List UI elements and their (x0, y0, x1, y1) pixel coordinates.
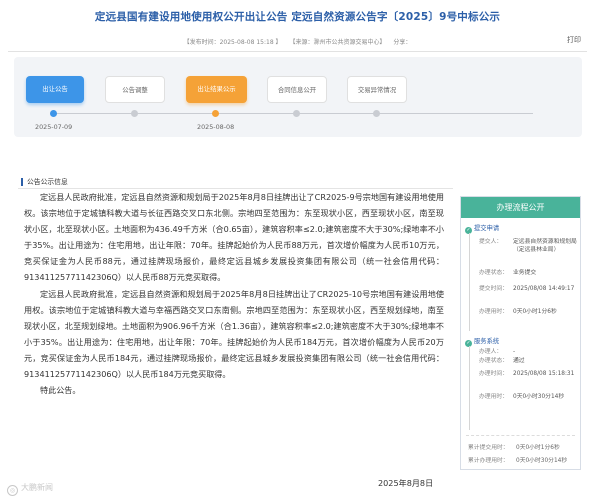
notice-body: 定远县人民政府批准，定远县自然资源和规划局于2025年8月8日挂牌出让了CR20… (24, 189, 444, 398)
meta-info: 【发布时间：2025-08-08 15:18 】 【来源：滁州市公共资源交易中心… (0, 37, 595, 46)
row-value: 0天0小时30分14秒 (516, 458, 568, 464)
timeline-date: 2025-07-09 (35, 123, 73, 131)
print-button[interactable]: 打印 (567, 35, 581, 45)
stage-service: ✓ 服务系统 (465, 336, 499, 347)
timeline-date: 2025-08-08 (197, 123, 235, 131)
process-sidebar: 办理流程公开 ✓ 提交申请 提交人： 定远县自然资源和规划局（定远县林业局） 办理状… (460, 196, 581, 470)
summary-row: 累计提交用时： 0天0小时1分6秒 (468, 442, 560, 451)
row-value: 业务提交 (513, 270, 537, 276)
row-value: 通过 (513, 358, 525, 364)
timeline-dot (212, 110, 219, 117)
row-key: 办理用时： (479, 394, 508, 400)
row-value: 2025/08/08 14:49:17 (513, 286, 575, 292)
stage2-row: 办理人： - (479, 349, 577, 357)
step-notice-adjust[interactable]: 公告调整 (105, 76, 165, 103)
row-value: 定远县自然资源和规划局（定远县林业局） (513, 239, 577, 253)
stage-title: 提交申请 (474, 225, 500, 232)
section-title: 公告公示信息 (21, 178, 68, 186)
row-value: 0天0小时1分6秒 (513, 309, 557, 315)
row-value: 0天0小时30分14秒 (513, 394, 565, 400)
stage1-row: 办理状态： 业务提交 (479, 270, 577, 278)
row-key: 办理状态： (479, 358, 508, 364)
row-key: 办理状态： (479, 270, 508, 276)
paragraph: 定远县人民政府批准，定远县自然资源和规划局于2025年8月8日挂牌出让了CR20… (24, 288, 444, 380)
timeline-dot (373, 110, 380, 117)
stage-connector (469, 233, 470, 331)
sign-date: 2025年8月8日 (378, 478, 434, 488)
timeline-dot (50, 110, 57, 117)
share-label[interactable]: 分享： (393, 39, 411, 46)
row-key: 提交人： (479, 239, 503, 245)
stage-submit: ✓ 提交申请 (465, 223, 499, 234)
source-label: 【来源：滁州市公共资源交易中心】 (289, 39, 386, 46)
row-value: 2025/08/08 15:18:31 (513, 371, 575, 377)
paragraph: 定远县人民政府批准，定远县自然资源和规划局于2025年8月8日挂牌出让了CR20… (24, 192, 444, 283)
row-key: 累计办理用时： (468, 458, 509, 464)
row-key: 提交时间： (479, 286, 508, 292)
sidebar-title: 办理流程公开 (461, 197, 580, 218)
watermark-logo: ◎ 大鹏新闻 (7, 482, 53, 496)
row-key: 累计提交用时： (468, 445, 509, 451)
row-key: 办理时间： (479, 371, 508, 377)
step-exception[interactable]: 交易异常情况 (347, 76, 407, 103)
step-contract-info[interactable]: 合同信息公开 (267, 76, 327, 103)
stage2-row: 办理时间： 2025/08/08 15:18:31 (479, 371, 577, 379)
watermark-text: 大鹏新闻 (21, 483, 53, 492)
timeline-dot (293, 110, 300, 117)
stage1-row: 办理用时： 0天0小时1分6秒 (479, 309, 577, 317)
sidebar-divider (466, 435, 575, 436)
summary-row: 累计办理用时： 0天0小时30分14秒 (468, 455, 567, 464)
step-transfer-notice[interactable]: 出让公告 (26, 76, 84, 103)
row-value: 0天0小时1分6秒 (516, 445, 560, 451)
stage2-row: 办理状态： 通过 (479, 358, 577, 366)
header-divider (8, 51, 587, 52)
page-title: 定远县国有建设用地使用权公开出让公告 定远自然资源公告字〔2025〕9号中标公示 (94, 11, 501, 23)
stage1-row: 提交人： 定远县自然资源和规划局（定远县林业局） (479, 239, 577, 254)
stage1-row: 提交时间： 2025/08/08 14:49:17 (479, 286, 577, 294)
timeline-dot (131, 110, 138, 117)
step-result-publicity[interactable]: 出让结果公示 (186, 76, 247, 103)
stage2-row: 办理用时： 0天0小时30分14秒 (479, 394, 577, 402)
row-value: - (513, 349, 516, 355)
row-key: 办理人： (479, 349, 503, 355)
logo-icon: ◎ (7, 485, 18, 496)
stage-connector (469, 346, 470, 430)
stage-title: 服务系统 (474, 338, 500, 345)
publish-time: 【发布时间：2025-08-08 15:18 】 (183, 39, 282, 46)
paragraph: 特此公告。 (40, 385, 81, 396)
row-key: 办理用时： (479, 309, 508, 315)
